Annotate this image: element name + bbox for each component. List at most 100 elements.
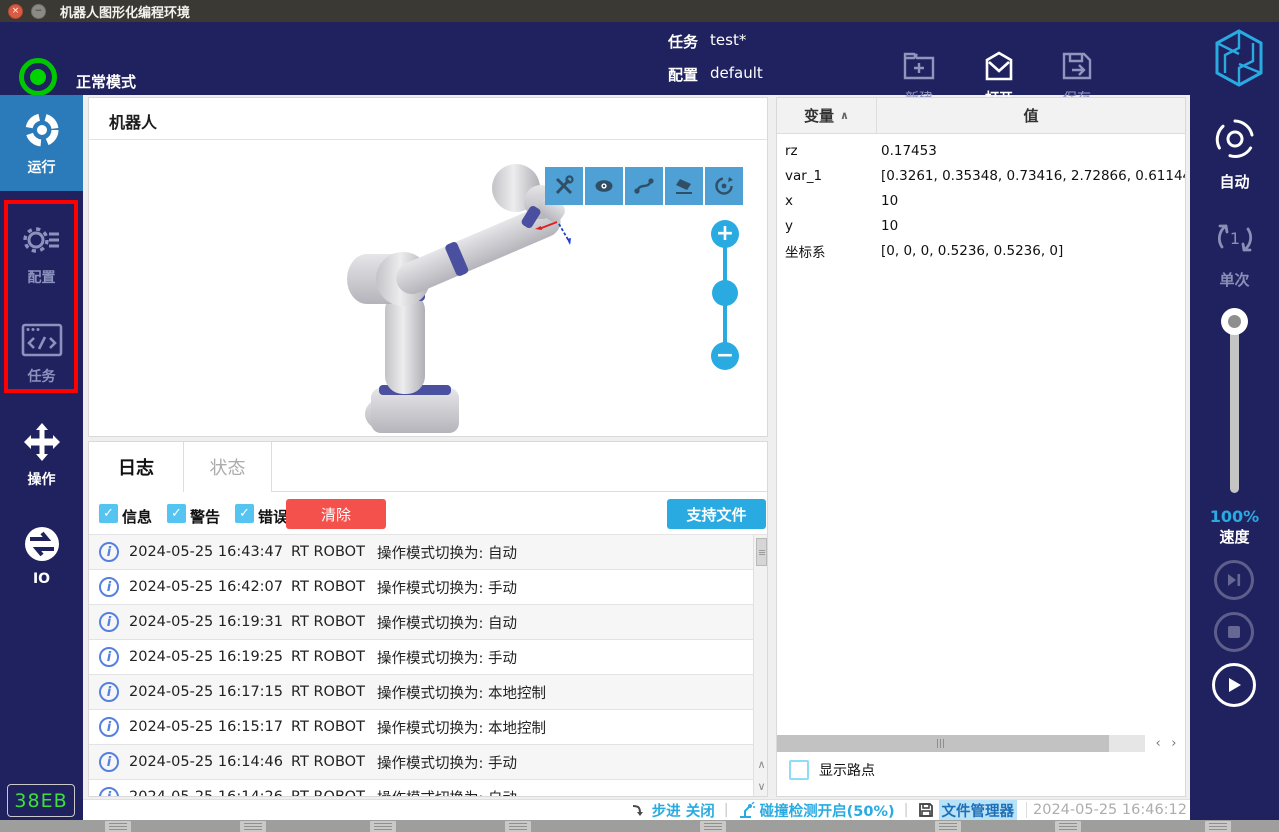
- log-row[interactable]: i 2024-05-25 16:17:15 RT ROBOT 操作模式切换为: 本地控…: [89, 675, 753, 710]
- file-manager-button[interactable]: 文件管理器: [918, 799, 1017, 821]
- scroll-down-icon[interactable]: ∨: [754, 776, 767, 796]
- rotate-view-button[interactable]: [705, 167, 743, 205]
- table-row[interactable]: x 10: [777, 188, 1185, 213]
- robot-panel-title: 机器人: [109, 113, 158, 132]
- show-waypoints-label: 显示路点: [819, 763, 875, 779]
- info-icon: i: [99, 787, 119, 796]
- io-icon: [24, 527, 59, 561]
- run-icon: [25, 113, 58, 147]
- log-row[interactable]: i 2024-05-25 16:14:26 RT ROBOT 操作模式切换为: 自动: [89, 780, 753, 797]
- play-icon: [1229, 678, 1241, 692]
- horizontal-scrollbar[interactable]: [777, 735, 1145, 752]
- table-row[interactable]: rz 0.17453: [777, 138, 1185, 163]
- step-forward-icon: [1228, 574, 1241, 586]
- info-icon: i: [99, 542, 119, 562]
- sidebar-item-operate[interactable]: 操作: [0, 407, 83, 503]
- log-row[interactable]: i 2024-05-25 16:42:07 RT ROBOT 操作模式切换为: 手动: [89, 570, 753, 605]
- scroll-left-icon[interactable]: ‹: [1156, 736, 1161, 751]
- status-bar: 步进 关闭 | 碰撞检测开启(50%) | 文件管理器 2024-05-25 1…: [83, 799, 1190, 821]
- speed-slider-track[interactable]: [1230, 323, 1239, 493]
- log-source: RT ROBOT: [291, 789, 365, 797]
- zoom-out-button[interactable]: −: [711, 342, 739, 370]
- table-row[interactable]: y 10: [777, 213, 1185, 238]
- desktop-file-icon: [1205, 821, 1231, 832]
- zoom-in-button[interactable]: +: [711, 220, 739, 248]
- separator: |: [903, 802, 909, 818]
- clear-button[interactable]: 清除: [286, 499, 386, 529]
- log-row[interactable]: i 2024-05-25 16:19:31 RT ROBOT 操作模式切换为: 自动: [89, 605, 753, 640]
- step-mode-status[interactable]: 步进 关闭: [631, 800, 715, 821]
- scrollbar-thumb[interactable]: [777, 735, 1109, 752]
- tab-status[interactable]: 状态: [184, 442, 272, 492]
- log-row[interactable]: i 2024-05-25 16:43:47 RT ROBOT 操作模式切换为: 自动: [89, 535, 753, 570]
- log-source: RT ROBOT: [291, 719, 365, 735]
- variable-name: var_1: [785, 167, 823, 184]
- log-timestamp: 2024-05-25 16:42:07: [129, 579, 283, 595]
- play-button[interactable]: [1212, 663, 1256, 707]
- sidebar-item-label: 配置: [27, 270, 56, 286]
- auto-mode-label: 自动: [1219, 173, 1250, 191]
- single-run-button[interactable]: 1 单次: [1190, 215, 1279, 290]
- log-row[interactable]: i 2024-05-25 16:15:17 RT ROBOT 操作模式切换为: 本地控…: [89, 710, 753, 745]
- zoom-slider-knob[interactable]: [712, 280, 738, 306]
- close-icon[interactable]: ×: [8, 3, 23, 19]
- show-waypoints-row: 显示路点: [789, 760, 875, 780]
- scrollbar-thumb[interactable]: [756, 538, 767, 566]
- log-source: RT ROBOT: [291, 544, 365, 560]
- sidebar-item-config[interactable]: 配置: [0, 205, 83, 301]
- sidebar-item-run[interactable]: 运行: [0, 95, 83, 191]
- firmware-badge: 38EB: [7, 784, 75, 817]
- variable-name: 坐标系: [785, 244, 826, 261]
- error-checkbox[interactable]: ✓: [235, 504, 254, 523]
- scroll-right-icon[interactable]: ›: [1171, 736, 1176, 751]
- log-source: RT ROBOT: [291, 684, 365, 700]
- log-row[interactable]: i 2024-05-25 16:19:25 RT ROBOT 操作模式切换为: 手动: [89, 640, 753, 675]
- minimize-glyph: −: [34, 5, 43, 16]
- table-row[interactable]: var_1 [0.3261, 0.35348, 0.73416, 2.72866,…: [777, 163, 1185, 188]
- auto-mode-button[interactable]: 自动: [1190, 115, 1279, 192]
- log-message: 操作模式切换为: 本地控制: [377, 720, 546, 737]
- warning-checkbox[interactable]: ✓: [167, 504, 186, 523]
- zoom-control: + −: [711, 220, 739, 370]
- stop-button[interactable]: [1214, 612, 1254, 652]
- variables-header: 变量 ∧ 值: [777, 98, 1185, 134]
- speed-slider-knob[interactable]: [1221, 308, 1248, 335]
- step-forward-button[interactable]: [1214, 560, 1254, 600]
- sidebar-item-task[interactable]: 任务: [0, 305, 83, 401]
- status-light-icon: [19, 58, 57, 96]
- tab-log[interactable]: 日志: [89, 442, 184, 492]
- sidebar-item-label: 运行: [27, 160, 56, 176]
- left-sidebar: 运行 配置 任务 操作 IO 38EB: [0, 95, 83, 820]
- log-source: RT ROBOT: [291, 754, 365, 770]
- desktop-file-icon: [105, 821, 131, 832]
- support-files-button[interactable]: 支持文件: [667, 499, 766, 529]
- sidebar-item-io[interactable]: IO: [0, 507, 83, 603]
- warning-filter-label: 警告: [190, 508, 221, 526]
- tools-button[interactable]: [545, 167, 583, 205]
- open-file-icon: [985, 51, 1013, 81]
- mode-label: 正常模式: [76, 73, 137, 91]
- variable-column-header[interactable]: 变量 ∧: [777, 98, 877, 133]
- table-row[interactable]: 坐标系 [0, 0, 0, 0.5236, 0.5236, 0]: [777, 238, 1185, 263]
- collision-detect-status[interactable]: 碰撞检测开启(50%): [738, 800, 895, 821]
- info-checkbox[interactable]: ✓: [99, 504, 118, 523]
- scroll-up-icon[interactable]: ∧: [754, 754, 767, 774]
- config-value: default: [710, 64, 763, 82]
- visibility-button[interactable]: [585, 167, 623, 205]
- file-manager-label: 文件管理器: [938, 799, 1017, 821]
- check-icon: ✓: [239, 506, 250, 521]
- eraser-button[interactable]: [665, 167, 703, 205]
- separator: |: [723, 802, 729, 818]
- log-scrollbar[interactable]: ∧ ∨: [753, 535, 767, 796]
- minimize-icon[interactable]: −: [31, 3, 46, 19]
- log-row[interactable]: i 2024-05-25 16:14:46 RT ROBOT 操作模式切换为: 手动: [89, 745, 753, 780]
- speed-readout: 100% 速度: [1190, 507, 1279, 547]
- log-list: i 2024-05-25 16:43:47 RT ROBOT 操作模式切换为: 自动 …: [89, 535, 753, 797]
- status-timestamp: 2024-05-25 16:46:12: [1026, 802, 1187, 818]
- sidebar-item-label: 任务: [27, 369, 56, 385]
- path-button[interactable]: [625, 167, 663, 205]
- save-icon: [1062, 52, 1092, 80]
- variable-name: x: [785, 192, 793, 209]
- show-waypoints-checkbox[interactable]: [789, 760, 809, 780]
- info-icon: i: [99, 752, 119, 772]
